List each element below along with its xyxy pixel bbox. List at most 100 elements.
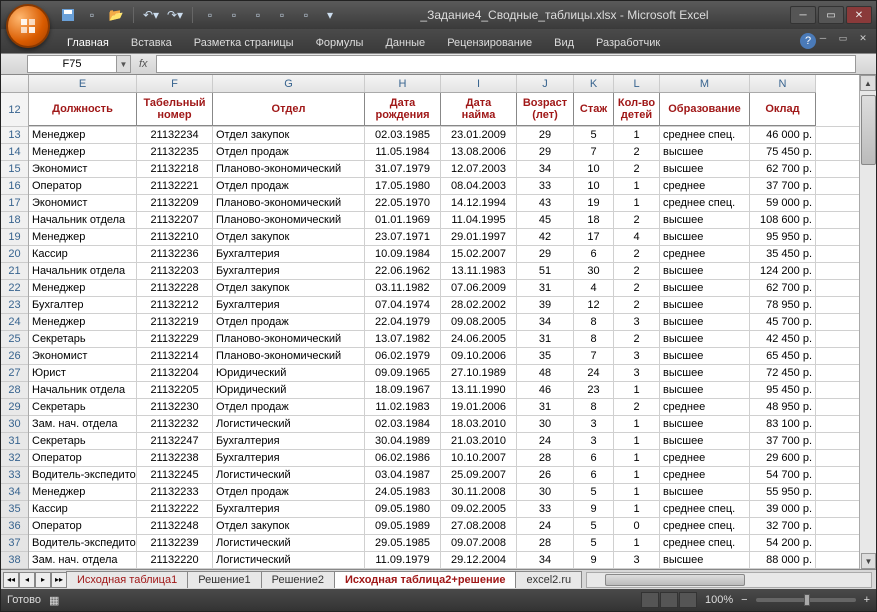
qat-dropdown-icon[interactable]: ▾ (321, 6, 339, 24)
cell[interactable]: 0 (614, 518, 660, 534)
ribbon-tab[interactable]: Рецензирование (437, 33, 542, 53)
minimize-button[interactable]: ─ (790, 6, 816, 24)
row-header[interactable]: 28 (1, 382, 28, 399)
ribbon-tab[interactable]: Данные (375, 33, 435, 53)
cell[interactable]: Зам. нач. отдела (29, 416, 137, 432)
cell[interactable]: 35 450 р. (750, 246, 816, 262)
cell[interactable]: Отдел закупок (213, 127, 365, 143)
cell[interactable]: 31 (517, 399, 574, 415)
cell[interactable]: высшее (660, 280, 750, 296)
cell[interactable]: 2 (614, 331, 660, 347)
cell[interactable]: 21132218 (137, 161, 213, 177)
table-row[interactable]: Оператор21132248Отдел закупок09.05.19892… (29, 518, 859, 535)
cell[interactable]: 03.11.1982 (365, 280, 441, 296)
cell[interactable]: 21132228 (137, 280, 213, 296)
cell[interactable]: Секретарь (29, 433, 137, 449)
cell[interactable]: 62 700 р. (750, 280, 816, 296)
cell[interactable]: 3 (614, 314, 660, 330)
cell[interactable]: 5 (574, 127, 614, 143)
cell[interactable]: 59 000 р. (750, 195, 816, 211)
column-header[interactable]: I (441, 75, 517, 92)
cell[interactable]: среднее спец. (660, 518, 750, 534)
cell[interactable]: Водитель-экспедитор (29, 467, 137, 483)
zoom-slider[interactable] (756, 598, 856, 602)
cell[interactable]: 26 (517, 467, 574, 483)
cell[interactable]: 1 (614, 467, 660, 483)
ribbon-tab[interactable]: Вставка (121, 33, 182, 53)
cell[interactable]: 12.07.2003 (441, 161, 517, 177)
cell[interactable]: Логистический (213, 552, 365, 568)
cell[interactable]: среднее (660, 246, 750, 262)
cell[interactable]: 13.11.1983 (441, 263, 517, 279)
row-header[interactable]: 19 (1, 229, 28, 246)
cell[interactable]: Юрист (29, 365, 137, 381)
cell[interactable]: Бухгалтерия (213, 450, 365, 466)
cell[interactable]: 2 (614, 399, 660, 415)
cell[interactable]: высшее (660, 314, 750, 330)
cell[interactable]: Начальник отдела (29, 263, 137, 279)
cell[interactable]: 06.02.1979 (365, 348, 441, 364)
cell[interactable]: 1 (614, 178, 660, 194)
new-icon[interactable]: ▫ (83, 6, 101, 24)
cell[interactable]: Оператор (29, 178, 137, 194)
cell[interactable]: высшее (660, 331, 750, 347)
row-header[interactable]: 15 (1, 161, 28, 178)
cell[interactable]: 54 700 р. (750, 467, 816, 483)
row-header[interactable]: 17 (1, 195, 28, 212)
ribbon-tab[interactable]: Формулы (306, 33, 374, 53)
sheet-tab[interactable]: Исходная таблица2+решение (334, 571, 517, 588)
cell[interactable]: Отдел продаж (213, 484, 365, 500)
cell[interactable]: 48 (517, 365, 574, 381)
cell[interactable]: Бухгалтерия (213, 246, 365, 262)
vertical-scrollbar[interactable]: ▲ ▼ (859, 75, 876, 569)
cell[interactable]: 21132247 (137, 433, 213, 449)
cell[interactable]: 29.01.1997 (441, 229, 517, 245)
cell[interactable]: среднее спец. (660, 195, 750, 211)
cell[interactable]: 54 200 р. (750, 535, 816, 551)
cell[interactable]: 21132238 (137, 450, 213, 466)
cell[interactable]: 08.04.2003 (441, 178, 517, 194)
cell[interactable]: 09.08.2005 (441, 314, 517, 330)
column-header[interactable]: H (365, 75, 441, 92)
cell[interactable]: 13.11.1990 (441, 382, 517, 398)
cell[interactable]: Кассир (29, 246, 137, 262)
cell[interactable]: Планово-экономический (213, 331, 365, 347)
cell[interactable]: Экономист (29, 195, 137, 211)
table-header-cell[interactable]: Возраст(лет) (517, 93, 574, 126)
table-row[interactable]: Зам. нач. отдела21132232Логистический02.… (29, 416, 859, 433)
cell[interactable]: 18 (574, 212, 614, 228)
cell[interactable]: Планово-экономический (213, 212, 365, 228)
cell[interactable]: Менеджер (29, 127, 137, 143)
cell[interactable]: 2 (614, 263, 660, 279)
cell[interactable]: 7 (574, 144, 614, 160)
row-header[interactable]: 26 (1, 348, 28, 365)
cell[interactable]: 13.08.2006 (441, 144, 517, 160)
cell[interactable]: 1 (614, 195, 660, 211)
cell[interactable]: высшее (660, 433, 750, 449)
cell[interactable]: 10 (574, 178, 614, 194)
table-row[interactable]: Начальник отдела21132205Юридический18.09… (29, 382, 859, 399)
cell[interactable]: Бухгалтерия (213, 297, 365, 313)
row-header[interactable]: 22 (1, 280, 28, 297)
cell[interactable]: 19 (574, 195, 614, 211)
cell[interactable]: Секретарь (29, 331, 137, 347)
zoom-in-button[interactable]: + (864, 594, 870, 606)
cell[interactable]: 55 950 р. (750, 484, 816, 500)
cell[interactable]: 29 (517, 246, 574, 262)
column-header[interactable]: K (574, 75, 614, 92)
name-box-dropdown-icon[interactable]: ▼ (117, 55, 131, 73)
cell[interactable]: 2 (614, 161, 660, 177)
mdi-minimize-button[interactable]: ─ (814, 31, 832, 45)
cell[interactable]: 95 950 р. (750, 229, 816, 245)
cell[interactable]: 22.05.1970 (365, 195, 441, 211)
cell[interactable]: 6 (574, 467, 614, 483)
cell[interactable]: 24.05.1983 (365, 484, 441, 500)
formula-input[interactable] (156, 55, 856, 73)
table-row[interactable]: Кассир21132236Бухгалтерия10.09.198415.02… (29, 246, 859, 263)
row-header[interactable]: 25 (1, 331, 28, 348)
cell[interactable]: Водитель-экспедитор (29, 535, 137, 551)
cell[interactable]: 21132203 (137, 263, 213, 279)
column-header[interactable]: J (517, 75, 574, 92)
cell[interactable]: 2 (614, 280, 660, 296)
cell[interactable]: 1 (614, 127, 660, 143)
